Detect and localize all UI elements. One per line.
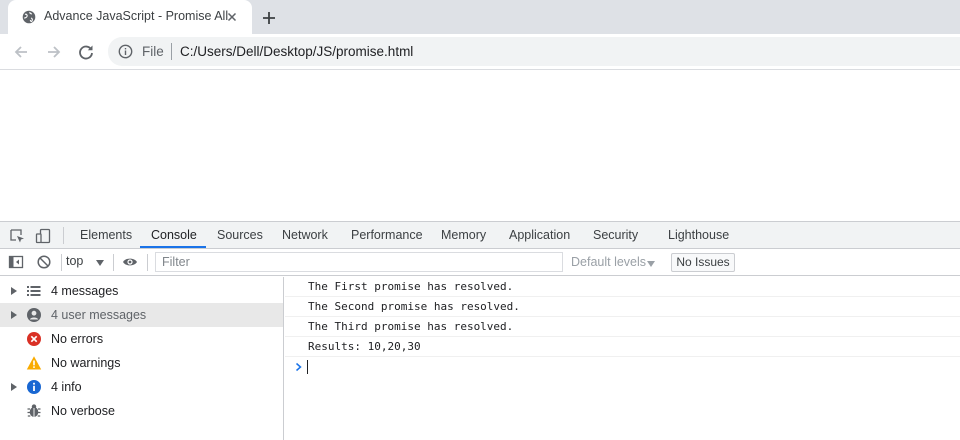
context-selector[interactable]: top: [66, 254, 83, 271]
tab-application[interactable]: Application: [509, 228, 570, 242]
new-tab-icon[interactable]: [259, 8, 279, 28]
sidebar-item-warnings[interactable]: No warnings: [0, 351, 283, 375]
toolbar-divider: [113, 254, 114, 271]
tab-console[interactable]: Console: [151, 228, 197, 242]
tab-sources[interactable]: Sources: [217, 228, 263, 242]
expand-triangle-icon[interactable]: [11, 383, 17, 391]
address-bar[interactable]: File C:/Users/Dell/Desktop/JS/promise.ht…: [108, 37, 960, 66]
globe-icon: [22, 10, 36, 24]
reload-icon[interactable]: [76, 42, 96, 62]
devtools-tab-bar: Elements Console Sources Network Perform…: [0, 221, 960, 249]
tab-memory[interactable]: Memory: [441, 228, 486, 242]
tab-elements[interactable]: Elements: [80, 228, 132, 242]
console-message-text: The First promise has resolved.: [308, 280, 514, 293]
sidebar-item-info[interactable]: 4 info: [0, 375, 283, 399]
expand-triangle-icon[interactable]: [11, 287, 17, 295]
tab-security[interactable]: Security: [593, 228, 638, 242]
browser-tab[interactable]: Advance JavaScript - Promise All: [8, 0, 252, 34]
tab-network[interactable]: Network: [282, 228, 328, 242]
text-caret: [307, 360, 308, 374]
sidebar-item-label: 4 messages: [51, 284, 119, 298]
console-filter-bar: top Filter Default levels No Issues: [0, 249, 960, 276]
sidebar-item-label: 4 info: [51, 380, 82, 394]
close-icon[interactable]: [224, 9, 240, 25]
list-icon: [27, 286, 41, 296]
expand-triangle-icon[interactable]: [11, 311, 17, 319]
url-text[interactable]: C:/Users/Dell/Desktop/JS/promise.html: [180, 44, 413, 59]
clear-console-icon[interactable]: [36, 254, 52, 270]
sidebar-toggle-icon[interactable]: [8, 254, 24, 270]
toolbar-divider: [61, 254, 62, 271]
error-icon: [27, 332, 41, 346]
chevron-down-icon[interactable]: [96, 260, 104, 266]
chevron-right-icon: [296, 362, 302, 372]
page-viewport: [0, 71, 960, 221]
issues-button[interactable]: No Issues: [671, 253, 735, 272]
warning-icon: [26, 356, 42, 370]
back-arrow-icon[interactable]: [11, 42, 31, 62]
tab-title: Advance JavaScript - Promise All: [44, 9, 229, 23]
console-sidebar: 4 messages 4 user messages No errors No …: [0, 277, 284, 440]
console-message: The Second promise has resolved.: [285, 297, 960, 317]
toolbar-divider: [147, 254, 148, 271]
tab-lighthouse[interactable]: Lighthouse: [668, 228, 729, 242]
url-scheme-label: File: [142, 44, 164, 59]
forward-arrow-icon[interactable]: [44, 42, 64, 62]
console-message-text: Results: 10,20,30: [308, 340, 421, 353]
sidebar-item-label: 4 user messages: [51, 308, 147, 322]
chevron-down-icon[interactable]: [647, 261, 655, 267]
inspect-element-icon[interactable]: [9, 228, 25, 244]
sidebar-item-label: No errors: [51, 332, 104, 346]
sidebar-item-messages[interactable]: 4 messages: [0, 279, 283, 303]
console-message: The Third promise has resolved.: [285, 317, 960, 337]
active-tab-indicator: [140, 246, 206, 248]
console-output[interactable]: The First promise has resolved. The Seco…: [285, 277, 960, 440]
sidebar-item-label: No verbose: [51, 404, 115, 418]
browser-tab-strip: Advance JavaScript - Promise All: [0, 0, 960, 34]
sidebar-item-user-messages[interactable]: 4 user messages: [0, 303, 283, 327]
console-message: The First promise has resolved.: [285, 277, 960, 297]
device-toolbar-icon[interactable]: [35, 228, 51, 244]
browser-toolbar: File C:/Users/Dell/Desktop/JS/promise.ht…: [0, 34, 960, 70]
console-prompt[interactable]: [285, 357, 960, 377]
sidebar-item-errors[interactable]: No errors: [0, 327, 283, 351]
eye-icon[interactable]: [122, 254, 138, 270]
sidebar-item-label: No warnings: [51, 356, 121, 370]
console-message: Results: 10,20,30: [285, 337, 960, 357]
verbose-icon: [27, 404, 41, 417]
filter-input[interactable]: Filter: [155, 252, 563, 272]
sidebar-item-verbose[interactable]: No verbose: [0, 399, 283, 423]
log-levels-dropdown[interactable]: Default levels: [571, 255, 646, 269]
console-message-text: The Second promise has resolved.: [308, 300, 520, 313]
info-icon[interactable]: [118, 44, 133, 59]
info-icon: [27, 380, 41, 394]
toolbar-divider: [63, 227, 64, 244]
tab-performance[interactable]: Performance: [351, 228, 423, 242]
omnibox-divider: [171, 43, 172, 60]
console-message-text: The Third promise has resolved.: [308, 320, 514, 333]
user-icon: [27, 308, 41, 322]
